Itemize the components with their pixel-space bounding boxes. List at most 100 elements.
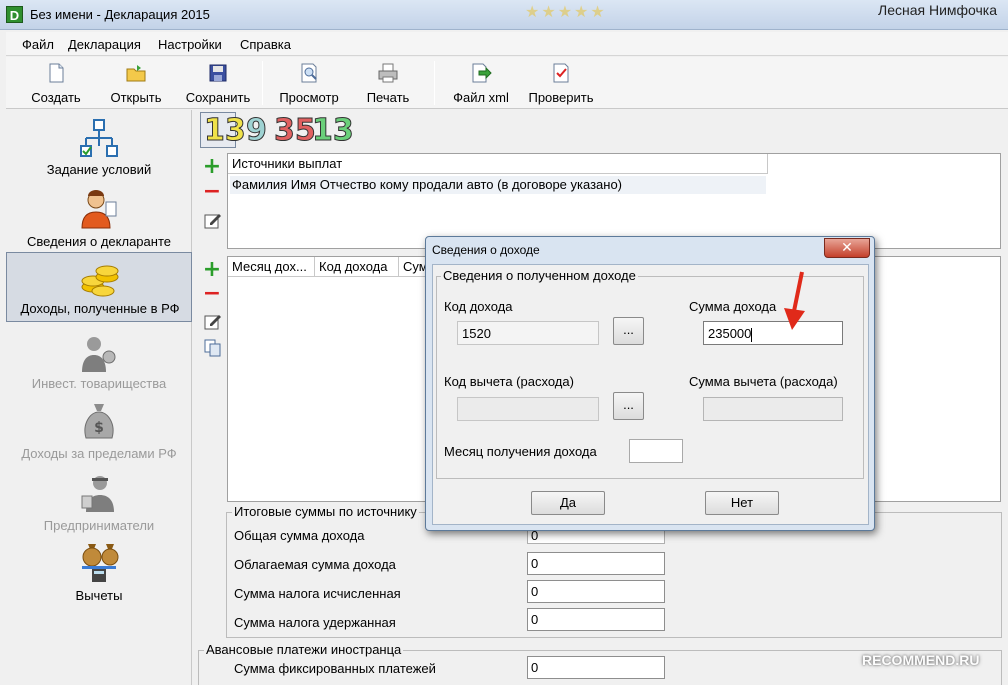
svg-text:$: $ — [94, 420, 104, 436]
investor-icon — [82, 337, 116, 372]
total-income-label: Общая сумма дохода — [234, 528, 365, 543]
nav-item-deductions[interactable]: Вычеты — [6, 540, 192, 610]
nav-label: Предприниматели — [43, 518, 155, 533]
entrepreneur-icon — [81, 476, 114, 512]
rate-9-button[interactable]: 9 — [246, 113, 268, 148]
nav-label: Доходы, полученные в РФ — [20, 301, 180, 316]
money-bag-icon: $ — [84, 404, 114, 439]
nav-label: Доходы за пределами РФ — [21, 446, 177, 461]
tax-withheld-field[interactable]: 0 — [527, 608, 665, 631]
sources-header: Источники выплат — [228, 154, 768, 174]
conditions-tree-icon — [80, 119, 118, 157]
fixed-payments-label: Сумма фиксированных платежей — [234, 661, 436, 676]
preview-label: Просмотр — [279, 90, 339, 105]
nav-item-income-abroad[interactable]: $ Доходы за пределами РФ — [6, 398, 192, 468]
text-cursor — [751, 327, 753, 342]
printer-icon — [378, 63, 398, 83]
save-button[interactable]: Сохранить — [180, 60, 256, 108]
person-icon — [81, 190, 117, 229]
nav-label: Задание условий — [46, 162, 152, 177]
income-code-browse-button[interactable]: ... — [613, 317, 644, 345]
totals-group-title: Итоговые суммы по источнику — [232, 504, 419, 519]
nav-label: Сведения о декларанте — [27, 234, 171, 249]
toolbar-separator — [262, 61, 263, 105]
nav-label: Инвест. товарищества — [31, 376, 167, 391]
nav-item-entrepreneurs[interactable]: Предприниматели — [6, 470, 192, 540]
new-document-icon — [49, 63, 64, 83]
user-name: Лесная Нимфочка — [878, 2, 998, 18]
print-button[interactable]: Печать — [356, 60, 420, 108]
menu-declaration[interactable]: Декларация — [68, 37, 141, 52]
fixed-payments-field[interactable]: 0 — [527, 656, 665, 679]
col-income-code: Код дохода — [315, 257, 399, 277]
add-income-button[interactable]: + — [202, 259, 222, 281]
rating-stars-icon: ★★★★★ — [525, 4, 607, 21]
rate-13b-button[interactable]: 13 — [312, 113, 355, 148]
deductions-icon — [82, 544, 119, 582]
create-button[interactable]: Создать — [22, 60, 90, 108]
tax-calculated-label: Сумма налога исчисленная — [234, 586, 401, 601]
income-sum-field[interactable]: 235000 — [703, 321, 843, 345]
file-xml-button[interactable]: Файл xml — [444, 60, 518, 108]
tax-rate-bar: 13 9 35 13 — [196, 112, 1008, 150]
coins-icon — [81, 265, 119, 297]
title-bar: D Без имени - Декларация 2015 ★★★★★ Лесн… — [0, 0, 1008, 30]
deduction-sum-field[interactable] — [703, 397, 843, 421]
taxable-income-label: Облагаемая сумма дохода — [234, 557, 396, 572]
add-source-button[interactable]: + — [202, 156, 222, 178]
toolbar-separator — [434, 61, 435, 105]
nav-item-invest[interactable]: Инвест. товарищества — [6, 328, 192, 398]
dialog-title: Сведения о доходе — [432, 243, 540, 257]
no-button[interactable]: Нет — [705, 491, 779, 515]
col-month: Месяц дох... — [228, 257, 315, 277]
dialog-close-button[interactable]: ✕ — [824, 238, 870, 258]
open-label: Открыть — [110, 90, 162, 105]
menu-bar: Файл Декларация Настройки Справка — [6, 32, 1008, 56]
print-label: Печать — [366, 90, 410, 105]
edit-income-icon[interactable] — [204, 312, 222, 330]
yes-button[interactable]: Да — [531, 491, 605, 515]
check-document-icon — [553, 63, 569, 83]
income-code-label: Код дохода — [444, 299, 513, 314]
edit-source-icon[interactable] — [204, 211, 222, 229]
deduction-code-label: Код вычета (расхода) — [444, 374, 574, 389]
income-sum-label: Сумма дохода — [689, 299, 777, 314]
deduction-code-field[interactable] — [457, 397, 599, 421]
check-button[interactable]: Проверить — [522, 60, 600, 108]
save-label: Сохранить — [185, 90, 251, 105]
nav-item-income-rf[interactable]: Доходы, полученные в РФ — [6, 252, 192, 322]
app-icon: D — [6, 6, 23, 23]
advances-group-title: Авансовые платежи иностранца — [204, 642, 404, 657]
copy-income-icon[interactable] — [204, 339, 222, 357]
menu-settings[interactable]: Настройки — [158, 37, 222, 52]
menu-file[interactable]: Файл — [22, 37, 54, 52]
open-button[interactable]: Открыть — [102, 60, 170, 108]
month-field[interactable] — [629, 439, 683, 463]
deduction-sum-label: Сумма вычета (расхода) — [689, 374, 838, 389]
export-xml-icon — [472, 63, 492, 83]
month-label: Месяц получения дохода — [444, 444, 597, 459]
income-code-field[interactable]: 1520 — [457, 321, 599, 345]
rate-13-button[interactable]: 13 — [204, 113, 247, 148]
left-nav: Задание условий Сведения о декларанте До… — [6, 110, 192, 685]
open-folder-icon — [126, 65, 146, 82]
dialog-group-title: Сведения о полученном доходе — [441, 268, 638, 283]
source-row[interactable]: Фамилия Имя Отчество кому продали авто (… — [230, 176, 766, 194]
remove-source-button[interactable]: − — [202, 181, 222, 203]
rate-35-button[interactable]: 35 — [274, 113, 317, 148]
taxable-income-field[interactable]: 0 — [527, 552, 665, 575]
check-label: Проверить — [528, 90, 594, 105]
deduction-code-browse-button[interactable]: ... — [613, 392, 644, 420]
window-title: Без имени - Декларация 2015 — [30, 7, 210, 22]
remove-income-button[interactable]: − — [202, 283, 222, 305]
tax-calculated-field[interactable]: 0 — [527, 580, 665, 603]
nav-item-declarant[interactable]: Сведения о декларанте — [6, 186, 192, 256]
floppy-disk-icon — [209, 64, 227, 82]
preview-button[interactable]: Просмотр — [272, 60, 346, 108]
preview-magnifier-icon — [301, 63, 317, 83]
tax-withheld-label: Сумма налога удержанная — [234, 615, 396, 630]
menu-help[interactable]: Справка — [240, 37, 291, 52]
nav-item-conditions[interactable]: Задание условий — [6, 114, 192, 184]
income-sum-value: 235000 — [708, 326, 752, 341]
sources-table: Источники выплат Фамилия Имя Отчество ко… — [227, 153, 1001, 249]
